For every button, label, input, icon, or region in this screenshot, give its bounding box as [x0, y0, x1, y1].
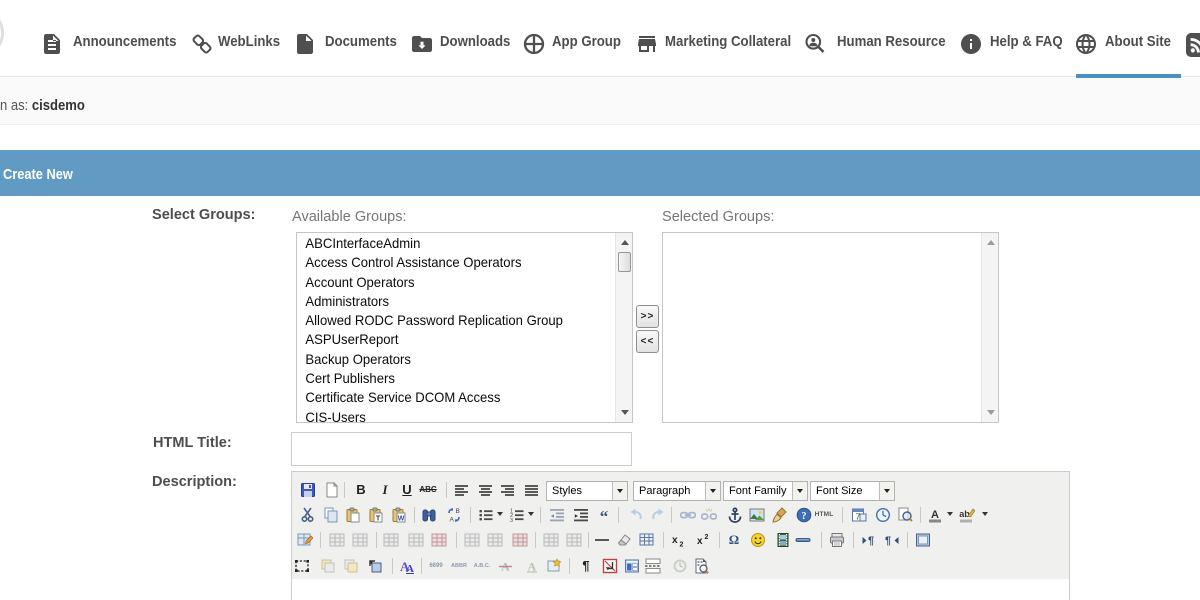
svg-text:A: A — [931, 509, 939, 521]
svg-text:B: B — [456, 508, 460, 515]
svg-text:¶: ¶ — [885, 535, 891, 547]
svg-text:W: W — [398, 515, 405, 522]
svg-text:ab: ab — [959, 509, 970, 519]
svg-text:A: A — [450, 516, 455, 523]
svg-text:3: 3 — [510, 517, 513, 522]
svg-text:2: 2 — [680, 541, 684, 548]
svg-text:2: 2 — [705, 534, 709, 541]
svg-text:T: T — [376, 515, 381, 522]
svg-text:?: ? — [802, 510, 807, 521]
svg-text:A: A — [406, 563, 414, 574]
svg-text:x: x — [697, 536, 703, 547]
svg-text:x: x — [672, 535, 678, 546]
svg-text:¶: ¶ — [868, 535, 874, 547]
